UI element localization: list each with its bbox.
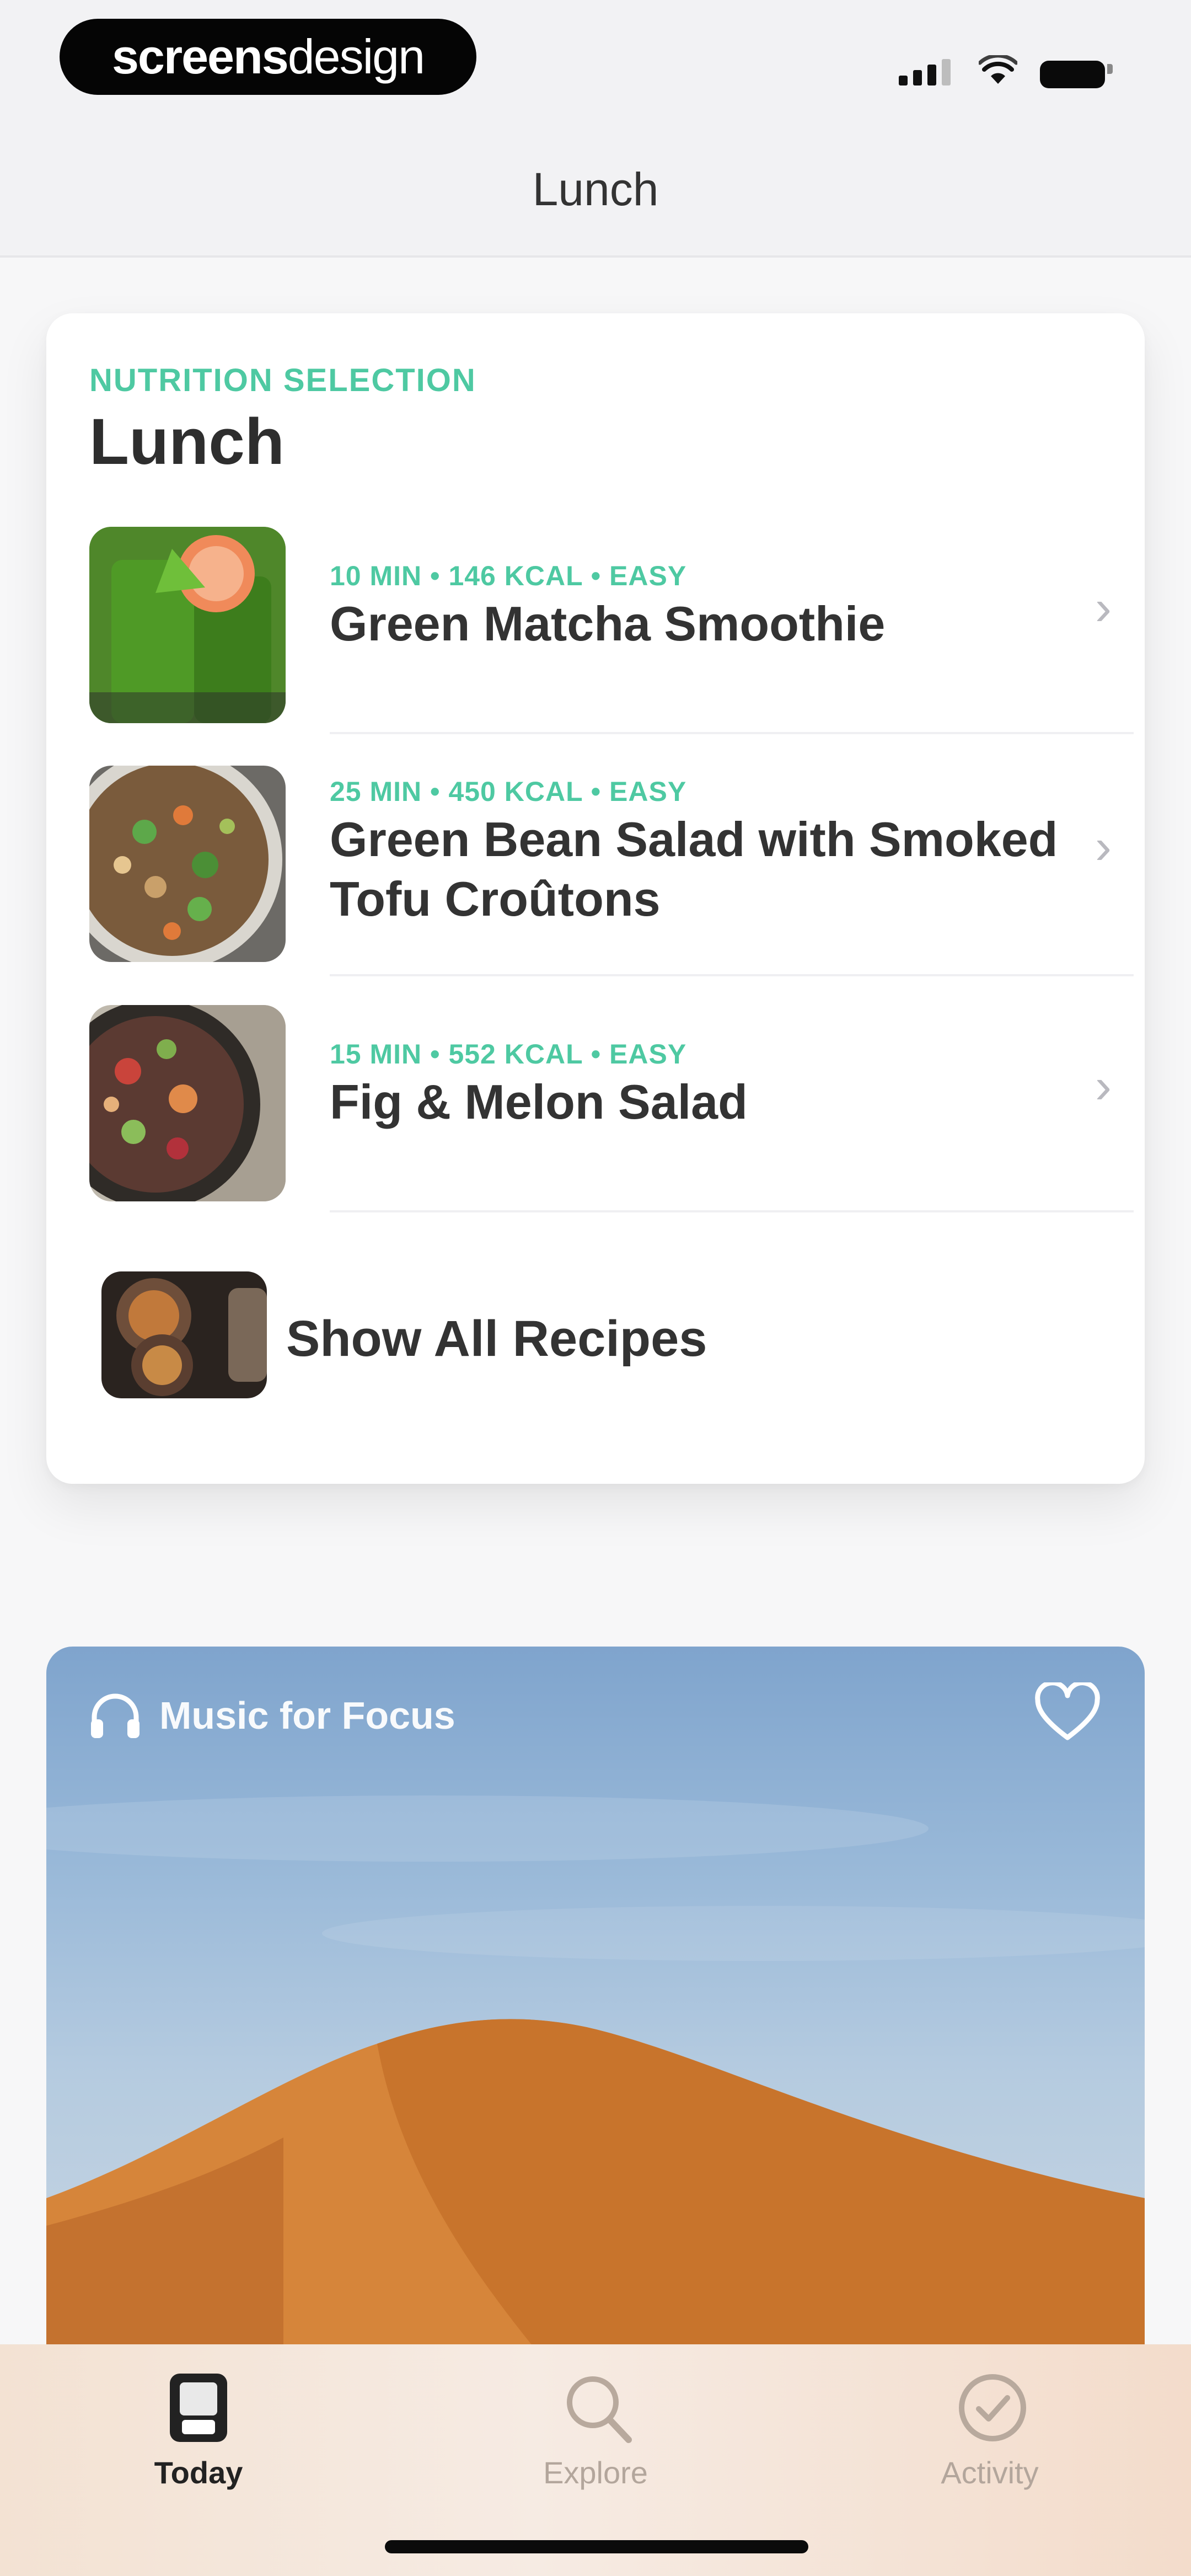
music-for-focus-card[interactable]: Music for Focus [46, 1647, 1145, 2358]
heart-icon[interactable] [1034, 1680, 1101, 1746]
nutrition-card: NUTRITION SELECTION Lunch 10 MIN • 146 K… [46, 313, 1145, 1484]
recipe-meta: 15 MIN • 552 KCAL • EASY [330, 1039, 687, 1070]
row-divider [330, 1210, 1134, 1212]
chevron-right-icon: › [1095, 580, 1112, 635]
show-all-label: Show All Recipes [286, 1311, 707, 1367]
recipe-thumbnail [89, 527, 286, 723]
wifi-icon [979, 52, 1017, 85]
tab-label: Today [154, 2455, 243, 2490]
recipe-thumbnail [89, 766, 286, 962]
recipe-meta: 25 MIN • 450 KCAL • EASY [330, 776, 687, 807]
battery-icon [1040, 55, 1113, 88]
recipe-name: Green Bean Salad with Smoked Tofu Croûto… [330, 812, 1058, 926]
recipe-thumbnail [89, 1005, 286, 1201]
headphones-icon [91, 1693, 140, 1738]
status-bar: screens design [0, 0, 1191, 121]
tab-label: Activity [941, 2455, 1039, 2490]
check-circle-icon [959, 2374, 1026, 2441]
tab-activity[interactable]: Activity [907, 2358, 1072, 2502]
chevron-right-icon: › [1095, 1059, 1112, 1114]
chevron-right-icon: › [1095, 819, 1112, 874]
brand-bold: screens [111, 29, 289, 84]
search-icon [567, 2376, 632, 2443]
desert-dune-image [46, 1795, 1145, 2358]
tab-label: Explore [543, 2455, 648, 2490]
row-divider [330, 974, 1134, 976]
recipes-stack-thumbnail [101, 1271, 267, 1398]
music-label: Music for Focus [159, 1694, 455, 1737]
row-divider [330, 732, 1134, 734]
show-all-recipes-button[interactable]: Show All Recipes [46, 1271, 1039, 1415]
today-icon [170, 2374, 227, 2442]
recipe-row[interactable]: 15 MIN • 552 KCAL • EASY Fig & Melon Sal… [89, 1005, 1145, 1212]
brand-light: design [287, 29, 425, 84]
brand-logo: screens design [60, 19, 476, 95]
music-header: Music for Focus [88, 1691, 455, 1740]
tab-explore[interactable]: Explore [513, 2358, 678, 2502]
recipe-name: Fig & Melon Salad [330, 1075, 748, 1129]
recipe-row[interactable]: 25 MIN • 450 KCAL • EASY Green Bean Sala… [89, 766, 1145, 976]
card-title: Lunch [89, 405, 285, 478]
recipe-name: Green Matcha Smoothie [330, 596, 886, 651]
signal-icon [899, 52, 951, 85]
tab-today[interactable]: Today [116, 2358, 281, 2502]
home-indicator[interactable] [385, 2540, 808, 2553]
section-eyebrow: NUTRITION SELECTION [89, 362, 476, 398]
recipe-row[interactable]: 10 MIN • 146 KCAL • EASY Green Matcha Sm… [89, 527, 1145, 734]
recipe-meta: 10 MIN • 146 KCAL • EASY [330, 560, 687, 591]
nav-title: Lunch [532, 163, 659, 215]
